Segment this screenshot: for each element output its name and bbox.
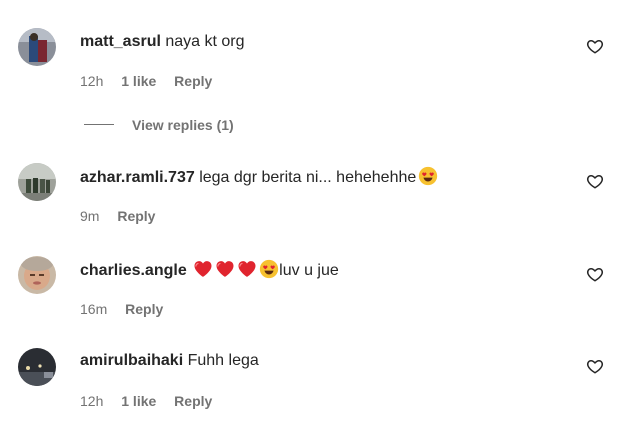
heart-outline-icon[interactable] — [586, 172, 604, 190]
comment-time[interactable]: 9m — [80, 208, 99, 224]
heart-eyes-emoji-icon — [419, 166, 438, 186]
comment-line: azhar.ramli.737 lega dgr berita ni... he… — [80, 166, 438, 188]
view-replies-button[interactable]: View replies (1) — [84, 116, 234, 134]
comment-username[interactable]: matt_asrul — [80, 33, 161, 50]
view-replies-label: View replies (1) — [132, 117, 234, 133]
heart-eyes-emoji-icon — [260, 259, 279, 279]
heart-outline-icon[interactable] — [586, 357, 604, 375]
heart-outline-icon[interactable] — [586, 265, 604, 283]
red-heart-emoji-icon — [238, 261, 256, 277]
comment-likes[interactable]: 1 like — [121, 393, 156, 409]
heart-outline-icon[interactable] — [586, 37, 604, 55]
comment-username[interactable]: azhar.ramli.737 — [80, 169, 195, 186]
comment-username[interactable]: amirulbaihaki — [80, 352, 183, 369]
comment-line: matt_asrul naya kt org — [80, 32, 245, 52]
comment-text: Fuhh lega — [187, 352, 259, 369]
comment-time[interactable]: 12h — [80, 393, 103, 409]
comment-meta: 16m Reply — [80, 300, 177, 318]
comment-text: luv u jue — [279, 262, 339, 279]
comment-time[interactable]: 16m — [80, 301, 107, 317]
comment-text: lega dgr berita ni... hehehehhe — [199, 169, 417, 186]
avatar[interactable] — [18, 163, 56, 201]
comment-time[interactable]: 12h — [80, 73, 103, 89]
red-heart-emoji-icon — [216, 261, 234, 277]
comment-text: naya kt org — [165, 33, 245, 50]
reply-button[interactable]: Reply — [125, 301, 163, 317]
comment-line: charlies.angle luv u jue — [80, 259, 339, 281]
avatar[interactable] — [18, 348, 56, 386]
comment-meta: 12h 1 like Reply — [80, 72, 226, 90]
red-heart-emoji-icon — [194, 261, 212, 277]
reply-button[interactable]: Reply — [174, 393, 212, 409]
comment-line: amirulbaihaki Fuhh lega — [80, 351, 259, 371]
comment-meta: 12h 1 like Reply — [80, 392, 226, 410]
comment-likes[interactable]: 1 like — [121, 73, 156, 89]
comment-meta: 9m Reply — [80, 207, 169, 225]
replies-divider — [84, 123, 114, 125]
avatar[interactable] — [18, 256, 56, 294]
avatar[interactable] — [18, 28, 56, 66]
comment-username[interactable]: charlies.angle — [80, 262, 187, 279]
reply-button[interactable]: Reply — [117, 208, 155, 224]
reply-button[interactable]: Reply — [174, 73, 212, 89]
